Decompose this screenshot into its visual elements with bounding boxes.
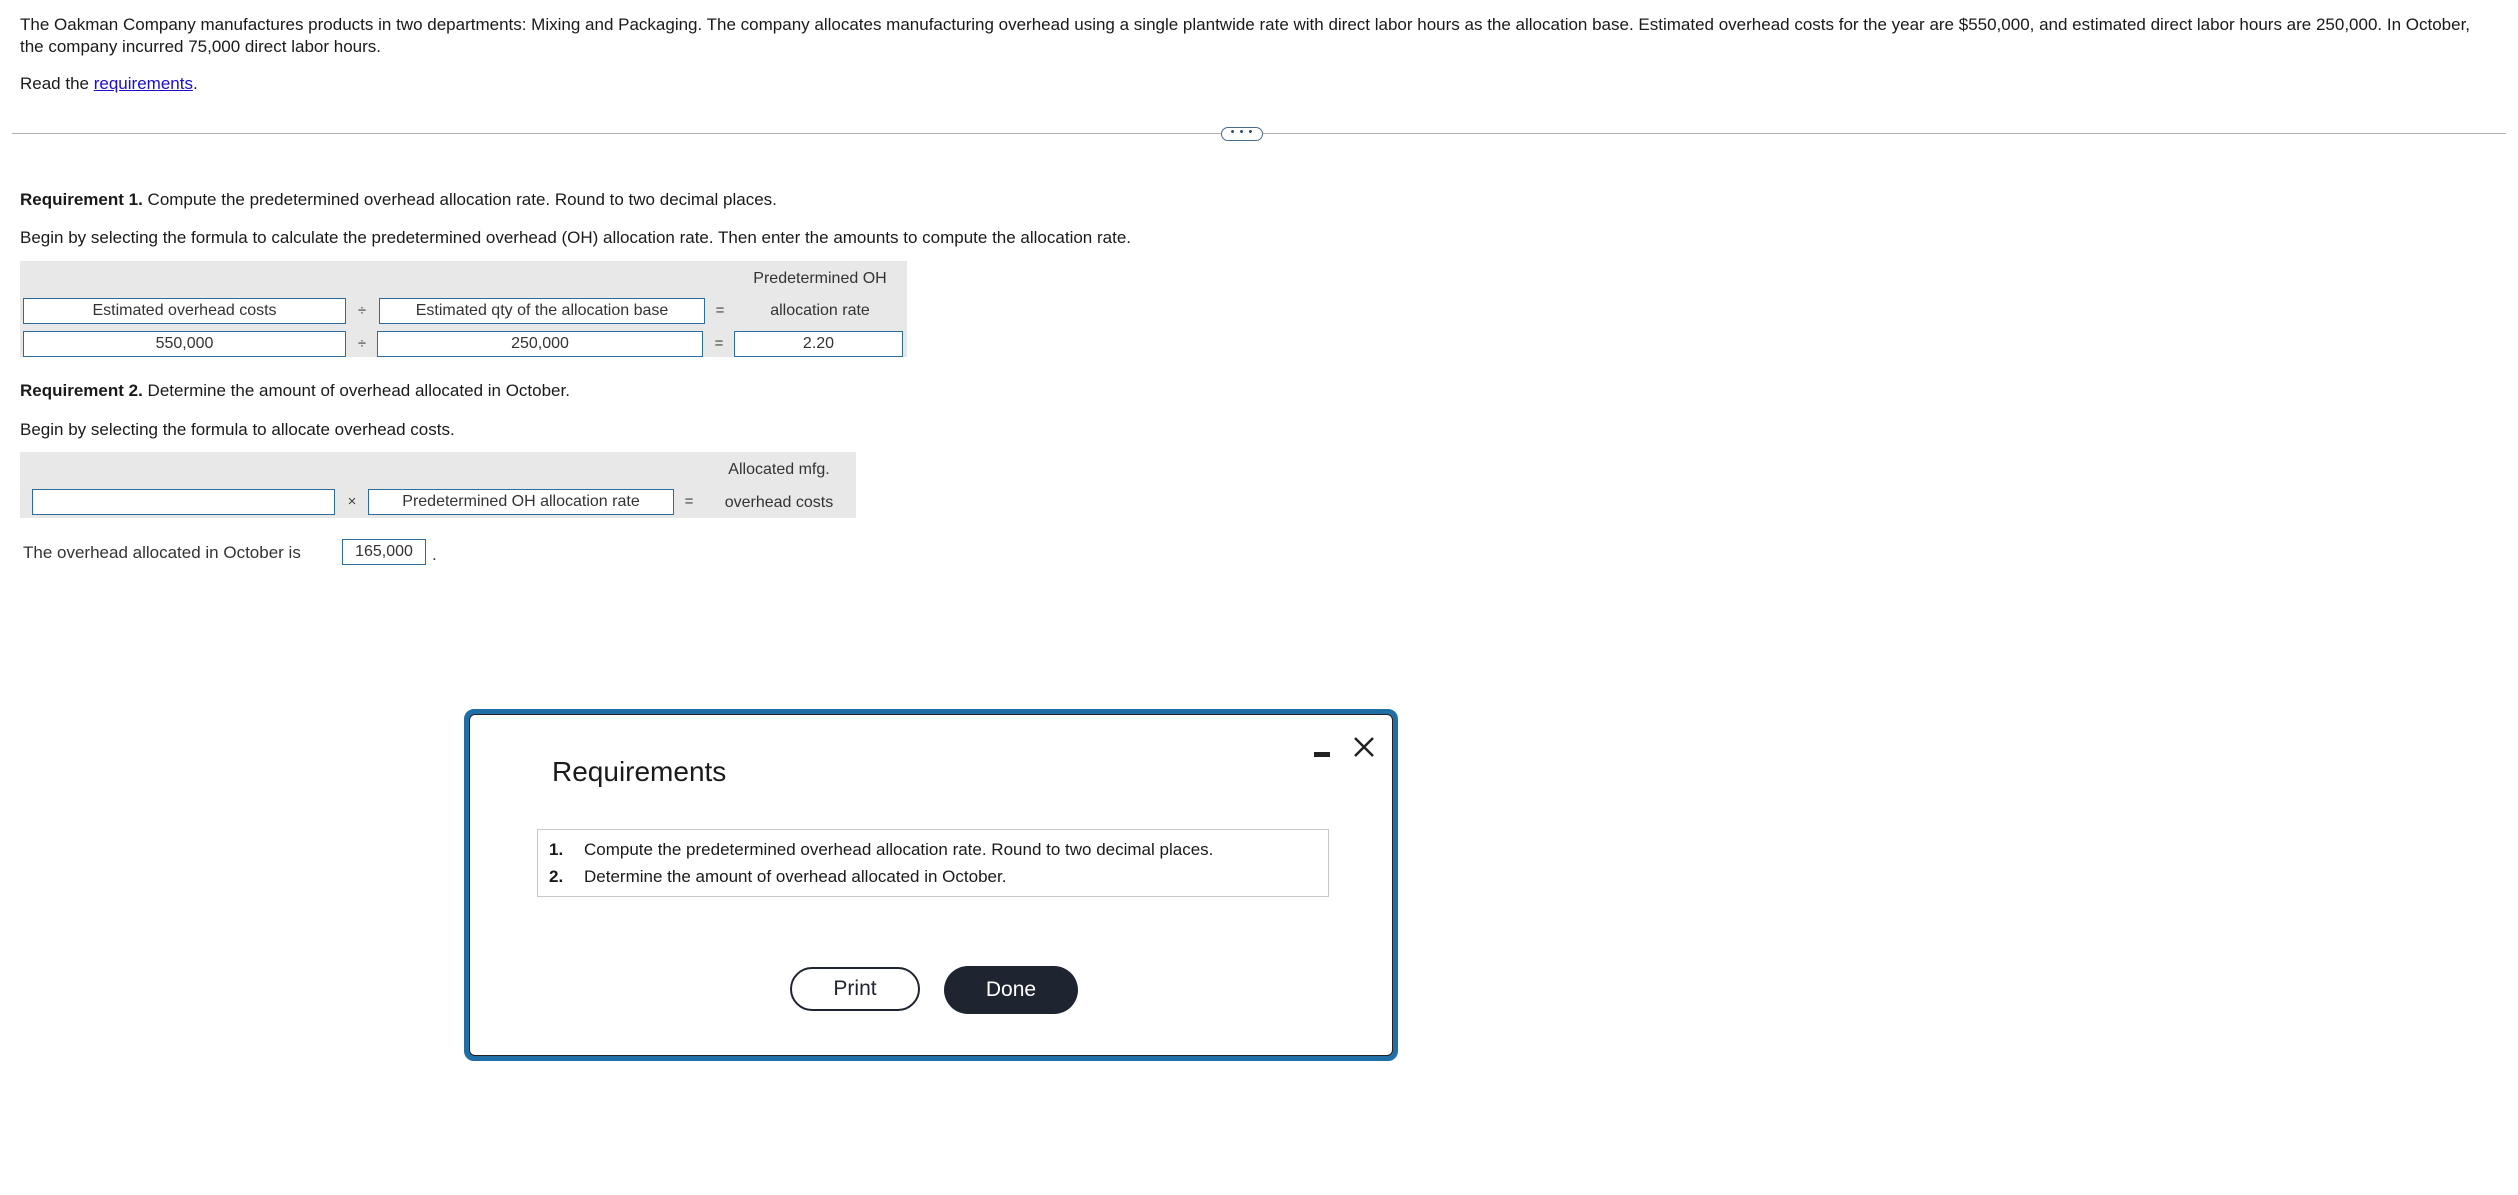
req1-result-header-2: allocation rate: [770, 302, 870, 319]
requirements-list: 1. Compute the predetermined overhead all…: [537, 829, 1329, 897]
requirements-link[interactable]: requirements: [94, 74, 193, 93]
req1-instruction: Begin by selecting the formula to calcul…: [20, 228, 1131, 247]
equals-operator: =: [684, 493, 694, 510]
multiply-operator: ×: [347, 493, 357, 510]
req1-formula-term2-select[interactable]: Estimated qty of the allocation base: [379, 298, 705, 324]
req2-formula-term2-select[interactable]: Predetermined OH allocation rate: [368, 489, 674, 515]
minimize-icon[interactable]: [1314, 752, 1330, 757]
read-requirements: Read the requirements.: [20, 74, 198, 93]
problem-intro: The Oakman Company manufactures products…: [20, 15, 2471, 56]
close-icon[interactable]: [1351, 734, 1377, 760]
req2-heading: Requirement 2. Determine the amount of o…: [20, 381, 570, 400]
equals-operator: =: [714, 335, 724, 352]
done-button[interactable]: Done: [944, 966, 1078, 1014]
equals-operator: =: [715, 302, 725, 319]
requirements-dialog: Requirements 1. Compute the predetermined…: [464, 709, 1398, 1061]
req1-heading: Requirement 1. Compute the predetermined…: [20, 190, 777, 209]
req1-formula-term1-select[interactable]: Estimated overhead costs: [23, 298, 346, 324]
req2-answer-label: The overhead allocated in October is: [23, 543, 301, 562]
req2-answer-input[interactable]: 165,000: [342, 539, 426, 565]
req1-result-header-1: Predetermined OH: [753, 270, 887, 287]
req2-answer-suffix: .: [432, 545, 437, 564]
req2-result-header-1: Allocated mfg.: [728, 461, 830, 478]
list-item: 2. Determine the amount of overhead alloc…: [549, 867, 1007, 886]
dialog-title: Requirements: [552, 756, 727, 787]
req1-value2-input[interactable]: 250,000: [377, 331, 703, 357]
expand-more-button[interactable]: • • •: [1221, 127, 1263, 141]
req1-result-input[interactable]: 2.20: [734, 331, 903, 357]
list-item: 1. Compute the predetermined overhead all…: [549, 840, 1214, 859]
req2-instruction: Begin by selecting the formula to alloca…: [20, 420, 455, 439]
req2-formula-term1-select[interactable]: [32, 489, 335, 515]
divide-operator: ÷: [357, 302, 367, 319]
divide-operator: ÷: [357, 335, 367, 352]
print-button[interactable]: Print: [790, 967, 920, 1011]
req1-value1-input[interactable]: 550,000: [23, 331, 346, 357]
req2-result-header-2: overhead costs: [724, 494, 834, 511]
